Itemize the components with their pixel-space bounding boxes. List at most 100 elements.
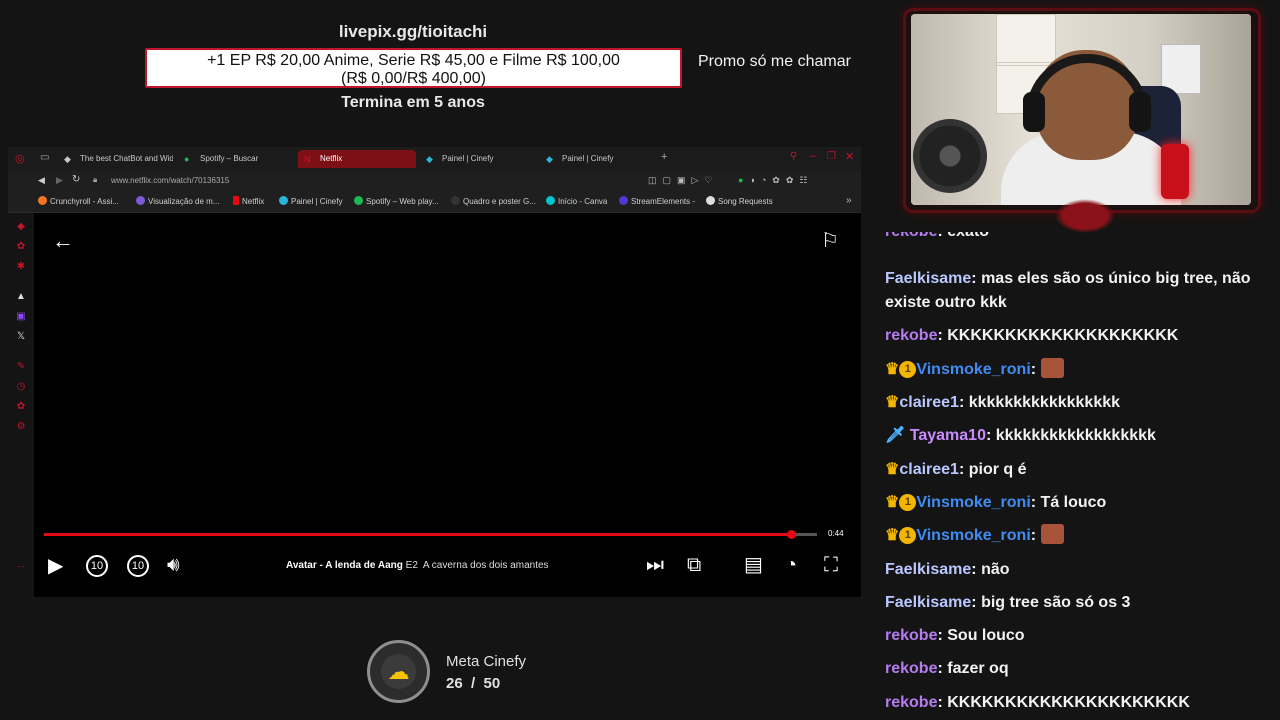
netflix-player[interactable]: ← ⚐ 0:44 ▶ 10 10 🔊︎ Avatar - A lenda de … xyxy=(34,213,861,597)
bookmark-song-requests[interactable]: Song Requests xyxy=(706,196,773,206)
tab-bar: ◎ ▭ ◆ The best ChatBot and Wid ● Spotify –… xyxy=(8,147,861,171)
bookmark-crunchyroll[interactable]: Crunchyroll - Assi... xyxy=(38,196,119,206)
report-flag-icon[interactable]: ⚐ xyxy=(821,231,839,251)
reload-icon[interactable]: ↻ xyxy=(72,174,80,185)
back-arrow-icon[interactable]: ← xyxy=(52,230,74,252)
chat-message: Faelkisame: big tree são só os 3 xyxy=(885,594,1131,611)
bookmark-quadro[interactable]: Quadro e poster G... xyxy=(451,196,536,206)
new-tab-icon[interactable]: + xyxy=(661,151,667,163)
bookmark-streamelements[interactable]: StreamElements - xyxy=(619,196,695,206)
tab-menu-icon[interactable]: ▭ xyxy=(40,152,49,163)
subtitles-icon[interactable]: ▤ xyxy=(744,555,763,575)
bookmarks-overflow-icon[interactable]: » xyxy=(846,195,852,206)
sidebar-puzzle-icon[interactable]: ✱ xyxy=(15,261,27,273)
maximize-icon[interactable]: ❐ xyxy=(827,151,836,162)
extension-icons[interactable]: ●◑◔✿✿☷ xyxy=(738,175,813,186)
tab-netflix[interactable]: N Netflix xyxy=(298,150,416,168)
sidebar-apps-icon[interactable]: ▲ xyxy=(15,291,27,303)
chat-username[interactable]: Vinsmoke_roni xyxy=(916,361,1030,378)
x-icon[interactable]: 𝕏 xyxy=(15,331,27,343)
chat-text: KKKKKKKKKKKKKKKKKKKKK xyxy=(947,694,1190,711)
sword-badge-icon: 🗡︎ xyxy=(885,427,910,444)
livepix-url: livepix.gg/tioitachi xyxy=(338,22,488,41)
chat-message: rekobe: KKKKKKKKKKKKKKKKKKKK xyxy=(885,327,1179,344)
chat-username[interactable]: Faelkisame xyxy=(885,561,971,578)
meta-count: 26 / 50 xyxy=(446,675,501,692)
playback-speed-icon[interactable]: ◔ xyxy=(785,555,797,575)
chat-text: fazer oq xyxy=(947,660,1009,677)
bookmark-cinefy[interactable]: Painel | Cinefy xyxy=(279,196,342,206)
browser-sidebar: ◆ ✿ ✱ ▲ ▣ 𝕏 ✎ ◷ ✿ ⚙ ⋯ xyxy=(8,213,34,597)
sidebar-diamond-icon[interactable]: ◆ xyxy=(15,221,27,233)
sidebar-bookmark-icon[interactable]: ✿ xyxy=(15,401,27,413)
chat-username[interactable]: rekobe xyxy=(885,327,937,344)
url-field[interactable]: www.netflix.com/watch/70136315 xyxy=(111,176,229,185)
tab-chatbot[interactable]: ◆ The best ChatBot and Wid xyxy=(58,150,173,168)
chat-text: kkkkkkkkkkkkkkkkkk xyxy=(995,427,1156,444)
tab-spotify[interactable]: ● Spotify – Buscar xyxy=(178,150,293,168)
close-icon[interactable]: ✕ xyxy=(845,150,854,163)
bookmark-canva[interactable]: Início - Canva xyxy=(546,196,607,206)
sidebar-more-icon[interactable]: ⋯ xyxy=(15,561,27,573)
chat-message: 🗡︎ Tayama10: kkkkkkkkkkkkkkkkkk xyxy=(885,427,1156,444)
forward-10-icon[interactable]: 10 xyxy=(127,555,149,577)
minimize-icon[interactable]: – xyxy=(810,150,816,162)
chat-message: rekobe: fazer oq xyxy=(885,660,1009,677)
progress-bar[interactable] xyxy=(44,530,817,539)
microphone xyxy=(1161,144,1189,199)
fan xyxy=(913,119,987,193)
tab-cinefy-1[interactable]: ◆ Painel | Cinefy xyxy=(420,150,535,168)
volume-icon[interactable]: 🔊︎ xyxy=(167,555,180,575)
sidebar-clock-icon[interactable]: ◷ xyxy=(15,381,27,393)
chat-text: big tree são só os 3 xyxy=(981,594,1131,611)
goal-ends-text: Termina em 5 anos xyxy=(341,94,485,111)
back-icon[interactable]: ◀ xyxy=(38,175,45,186)
address-toolbar-icons[interactable]: ◫▢▣▷♡ xyxy=(648,175,719,186)
meta-cinefy-icon: ☁ xyxy=(367,640,430,703)
chat-text: kkkkkkkkkkkkkkkkk xyxy=(968,394,1121,411)
next-episode-icon[interactable]: ⏭︎ xyxy=(646,555,664,575)
crown-badge-icon: ♛ xyxy=(885,461,900,478)
chat-username[interactable]: rekobe xyxy=(885,627,937,644)
chat-username[interactable]: rekobe xyxy=(885,660,937,677)
chat-username[interactable]: Vinsmoke_roni xyxy=(916,527,1030,544)
episodes-list-icon[interactable]: ⧉ xyxy=(687,555,701,575)
chat-username[interactable]: clairee1 xyxy=(899,394,959,411)
chat-username[interactable]: Tayama10 xyxy=(910,427,986,444)
bookmark-visualizacao[interactable]: Visualização de m... xyxy=(136,196,219,206)
tab-cinefy-2[interactable]: ◆ Painel | Cinefy xyxy=(540,150,655,168)
chat-username[interactable]: Vinsmoke_roni xyxy=(916,494,1030,511)
search-icon[interactable]: ⚲ xyxy=(790,151,797,162)
chat-username[interactable]: rekobe xyxy=(885,694,937,711)
chat-username[interactable]: rekobe xyxy=(885,232,937,240)
webcam-feed xyxy=(911,14,1251,205)
chat-message: ♛clairee1: pior q é xyxy=(885,461,1027,478)
progress-scrubber[interactable] xyxy=(787,530,797,539)
chat-message: rekobe: Sou louco xyxy=(885,627,1025,644)
bookmark-spotify[interactable]: Spotify – Web play... xyxy=(354,196,439,206)
chat-username[interactable]: Faelkisame xyxy=(885,270,971,287)
sidebar-pen-icon[interactable]: ✎ xyxy=(15,361,27,373)
opera-logo-icon[interactable]: ◎ xyxy=(15,152,25,165)
play-icon[interactable]: ▶ xyxy=(48,556,63,576)
rewind-10-icon[interactable]: 10 xyxy=(86,555,108,577)
netflix-icon: N xyxy=(304,154,311,164)
sidebar-extension-icon[interactable]: ✿ xyxy=(15,241,27,253)
bookmark-netflix[interactable]: Netflix xyxy=(233,196,264,206)
crown-badge-icon: ♛ xyxy=(885,494,900,511)
sidebar-settings-icon[interactable]: ⚙ xyxy=(15,421,27,433)
chat-text: KKKKKKKKKKKKKKKKKKKK xyxy=(947,327,1179,344)
fullscreen-icon[interactable]: ⛶ xyxy=(824,555,838,575)
twitch-icon[interactable]: ▣ xyxy=(15,311,27,323)
chat-message: Faelkisame: não xyxy=(885,561,1010,578)
episode-title: Avatar - A lenda de Aang E2 A caverna do… xyxy=(286,560,549,571)
play-cloud-icon: ☁ xyxy=(381,654,416,689)
browser-window: ◎ ▭ ◆ The best ChatBot and Wid ● Spotify –… xyxy=(8,147,861,597)
sub-badge-icon: 1 xyxy=(899,527,917,544)
chat-text: Tá louco xyxy=(1040,494,1107,511)
chat-username[interactable]: Faelkisame xyxy=(885,594,971,611)
emote-icon xyxy=(1040,524,1064,544)
forward-icon[interactable]: ▶ xyxy=(56,175,63,186)
chat-username[interactable]: clairee1 xyxy=(899,461,959,478)
chat-message: ♛ 1 Vinsmoke_roni: xyxy=(885,524,1265,548)
